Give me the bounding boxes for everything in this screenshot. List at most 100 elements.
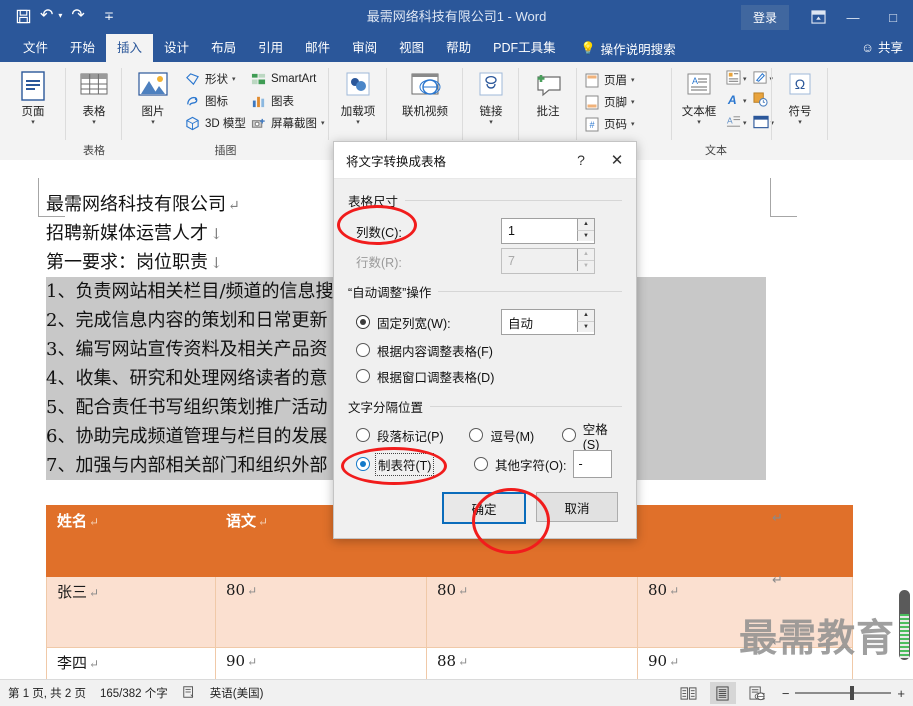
tab-mailings[interactable]: 邮件 — [294, 34, 341, 62]
smartart-button[interactable]: SmartArt — [250, 68, 325, 90]
zoom-slider-thumb[interactable] — [850, 686, 855, 700]
symbol-button[interactable]: Ω 符号 ▾ — [773, 62, 827, 127]
page-number-button[interactable]: # 页码 ▾ — [583, 113, 635, 135]
header-caret-icon[interactable]: ▾ — [631, 76, 635, 84]
cancel-button[interactable]: 取消 — [536, 492, 618, 522]
symbol-caret-icon[interactable]: ▾ — [798, 119, 802, 127]
tab-references[interactable]: 引用 — [247, 34, 294, 62]
undo-icon[interactable]: ↶ — [40, 6, 53, 26]
tab-help[interactable]: 帮助 — [435, 34, 482, 62]
autofit-window-radio[interactable]: 根据窗口调整表格(D) — [348, 363, 622, 389]
tab-view[interactable]: 视图 — [388, 34, 435, 62]
share-button[interactable]: ☺ 共享 — [861, 34, 903, 62]
tell-me-search[interactable]: 💡 操作说明搜索 — [567, 34, 676, 62]
signature-line-icon[interactable] — [752, 70, 768, 88]
tab-pdf-tools[interactable]: PDF工具集 — [482, 34, 567, 62]
sep-comma-radio[interactable]: 逗号(M) — [469, 422, 561, 448]
fixed-width-spinner[interactable]: 自动 ▲ ▼ — [501, 309, 595, 335]
other-char-input[interactable]: - — [572, 450, 612, 478]
table-header-cell-1[interactable]: 姓名 ↵ — [46, 505, 216, 577]
close-icon[interactable]: ✕ — [598, 143, 636, 177]
drop-cap-icon[interactable]: A — [726, 114, 741, 132]
addins-button[interactable]: 加载项 ▾ — [331, 62, 385, 127]
columns-spinner[interactable]: 1 ▲ ▼ — [501, 218, 595, 244]
redo-icon[interactable]: ↷ — [71, 6, 84, 26]
table-cell[interactable]: 张三 ↵ — [46, 576, 216, 648]
tab-layout[interactable]: 布局 — [200, 34, 247, 62]
quick-parts-icon[interactable] — [726, 70, 741, 88]
tab-review[interactable]: 审阅 — [341, 34, 388, 62]
web-layout-view-button[interactable] — [744, 682, 770, 704]
pictures-button[interactable]: 图片 ▾ — [126, 62, 180, 127]
tab-design[interactable]: 设计 — [153, 34, 200, 62]
fixed-width-radio[interactable]: 固定列宽(W): — [348, 313, 501, 332]
link-caret-icon[interactable]: ▾ — [489, 119, 493, 127]
vertical-scrollbar[interactable] — [899, 590, 910, 660]
word-count[interactable]: 165/382 个字 — [100, 685, 168, 701]
comment-button[interactable]: 批注 — [521, 62, 575, 119]
screenshot-caret-icon[interactable]: ▾ — [321, 119, 325, 127]
help-button[interactable]: ? — [564, 143, 598, 177]
scrollbar-thumb[interactable] — [900, 614, 909, 658]
zoom-in-button[interactable]: + — [897, 686, 905, 701]
spinner-up-icon[interactable]: ▲ — [577, 310, 594, 321]
sep-paragraph-radio[interactable]: 段落标记(P) — [348, 422, 469, 448]
table-cell[interactable]: 李四 ↵ — [46, 647, 216, 680]
quick-parts-caret-icon[interactable]: ▾ — [743, 75, 747, 83]
tab-home[interactable]: 开始 — [59, 34, 106, 62]
footer-caret-icon[interactable]: ▾ — [631, 98, 635, 106]
tab-insert[interactable]: 插入 — [106, 34, 154, 62]
table-cell[interactable]: 80 ↵ — [426, 576, 638, 648]
spinner-up-icon[interactable]: ▲ — [577, 219, 594, 230]
table-cell[interactable]: 88 ↵ — [426, 647, 638, 680]
chart-button[interactable]: 图表 — [250, 90, 325, 112]
ribbon-display-options-icon[interactable] — [803, 0, 833, 34]
pages-button[interactable]: 页面 ▾ — [6, 62, 60, 127]
page-info[interactable]: 第 1 页, 共 2 页 — [8, 685, 86, 701]
customize-qat-icon[interactable]: ∓ — [104, 6, 114, 26]
spinner-down-icon[interactable]: ▼ — [577, 320, 594, 332]
addins-caret-icon[interactable]: ▾ — [356, 119, 360, 127]
undo-dropdown-icon[interactable]: ▾ — [58, 6, 62, 26]
object-icon[interactable] — [752, 115, 769, 132]
maximize-button[interactable]: □ — [873, 0, 913, 34]
online-video-button[interactable]: 联机视频 — [390, 62, 460, 119]
pictures-caret-icon[interactable]: ▾ — [151, 119, 155, 127]
ok-button[interactable]: 确定 — [442, 492, 526, 524]
icons-button[interactable]: 图标 — [184, 90, 246, 112]
wordart-icon[interactable]: A — [726, 92, 741, 110]
text-box-button[interactable]: A 文本框 ▾ — [674, 62, 724, 127]
wordart-caret-icon[interactable]: ▾ — [743, 97, 747, 105]
minimize-button[interactable]: — — [833, 0, 873, 34]
page-number-caret-icon[interactable]: ▾ — [631, 120, 635, 128]
tab-file[interactable]: 文件 — [12, 34, 59, 62]
spinner-down-icon[interactable]: ▼ — [577, 229, 594, 241]
sep-other-radio[interactable]: 其他字符(O): — [474, 451, 567, 477]
convert-text-to-table-dialog[interactable]: 将文字转换成表格 ? ✕ 表格尺寸 列数(C): 1 ▲ ▼ 行数(R): 7 … — [333, 141, 637, 539]
language-indicator[interactable]: 英语(美国) — [210, 685, 264, 701]
columns-value[interactable]: 1 — [502, 224, 515, 238]
text-box-caret-icon[interactable]: ▾ — [697, 119, 701, 127]
sep-space-radio[interactable]: 空格(S) — [561, 422, 622, 452]
drop-cap-caret-icon[interactable]: ▾ — [743, 119, 747, 127]
sep-tab-radio[interactable]: 制表符(T) — [348, 451, 474, 477]
zoom-out-button[interactable]: − — [782, 686, 790, 701]
fixed-width-value[interactable]: 自动 — [502, 313, 533, 332]
table-cell[interactable]: 80 ↵ — [215, 576, 427, 648]
3d-models-button[interactable]: 3D 模型 — [184, 112, 246, 134]
table-header-cell-4[interactable] — [637, 505, 853, 577]
date-time-icon[interactable] — [752, 92, 768, 110]
shapes-caret-icon[interactable]: ▾ — [232, 75, 236, 83]
table-cell[interactable]: 90 ↵ — [215, 647, 427, 680]
sign-in-button[interactable]: 登录 — [740, 4, 789, 30]
table-caret-icon[interactable]: ▾ — [92, 119, 96, 127]
footer-button[interactable]: 页脚 ▾ — [583, 91, 635, 113]
read-mode-view-button[interactable] — [676, 682, 702, 704]
print-layout-view-button[interactable] — [709, 682, 736, 704]
header-button[interactable]: 页眉 ▾ — [583, 69, 635, 91]
link-button[interactable]: 链接 ▾ — [464, 62, 518, 127]
proofing-icon[interactable] — [182, 685, 196, 702]
screenshot-button[interactable]: 屏幕截图 ▾ — [250, 112, 325, 134]
zoom-slider[interactable] — [795, 686, 892, 700]
autofit-content-radio[interactable]: 根据内容调整表格(F) — [348, 337, 622, 363]
